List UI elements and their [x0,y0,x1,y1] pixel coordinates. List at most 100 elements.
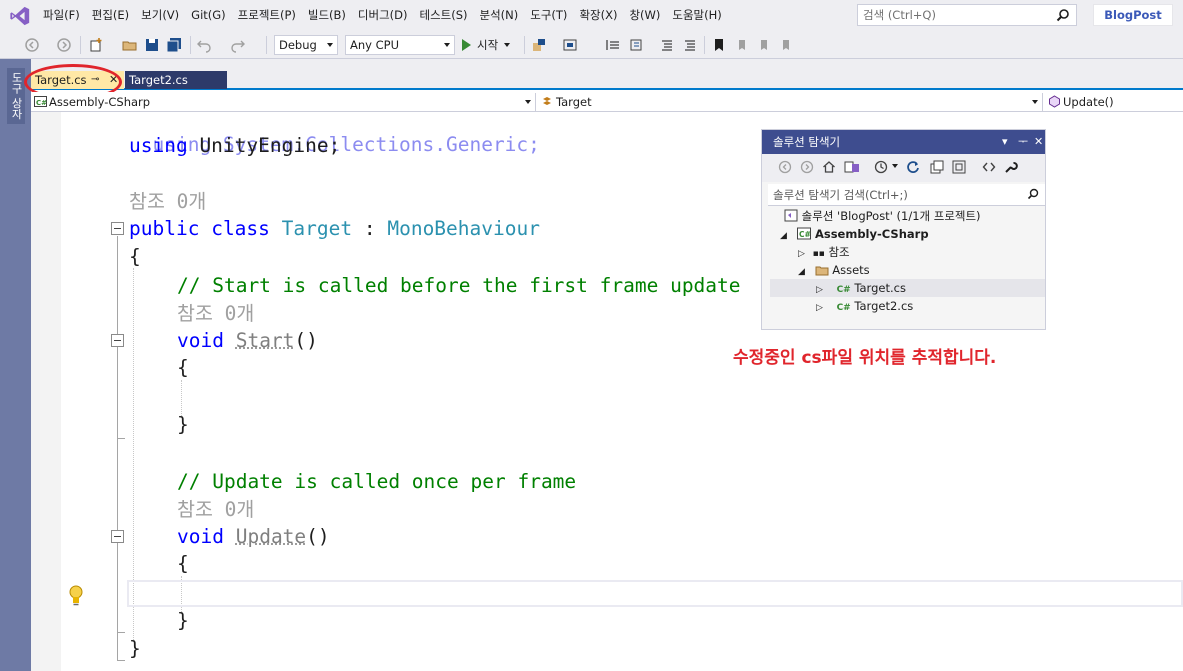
code-lens-references[interactable]: 참조 0개 [177,496,254,523]
clear-bookmarks-icon[interactable] [778,37,794,53]
collapse-class-toggle[interactable] [111,222,124,235]
left-tool-strip [0,59,31,671]
menu-window[interactable]: 창(W) [623,0,666,31]
menu-analyze[interactable]: 분석(N) [474,0,525,31]
menu-build[interactable]: 빌드(B) [302,0,352,31]
code-lens-references[interactable]: 참조 0개 [129,188,206,215]
window-menu-icon[interactable]: ▾ [1002,130,1008,154]
switch-views-icon[interactable] [844,160,860,174]
code-line-update-decl: void Update() [177,523,330,550]
references-icon: ▪▪ [812,249,825,259]
toolbar-separator [80,36,81,54]
tree-item-target2-cs[interactable]: ▷ C# Target2.cs [816,297,913,315]
menu-edit[interactable]: 편집(E) [86,0,135,31]
uncomment-lines-icon[interactable] [682,37,698,53]
pin-icon[interactable]: ᅮ [1018,130,1028,154]
indent-icon[interactable] [605,37,621,53]
start-debug-button[interactable]: 시작 [462,35,511,55]
code-line-class-decl: public class Target : MonoBehaviour [129,215,540,242]
tree-item-project[interactable]: ◢ C# Assembly-CSharp [780,225,929,243]
member-dropdown[interactable]: Update() [1045,93,1183,111]
tree-label: Target.cs [854,281,906,295]
toolbox-tab[interactable]: 도구 상자 [7,68,25,124]
code-keyword: using [129,134,188,157]
layout-icon[interactable] [562,37,578,53]
tree-label: 참조 [828,245,850,259]
code-method-name: Start [235,329,295,352]
project-name-badge[interactable]: BlogPost [1093,4,1173,26]
comment-lines-icon[interactable] [659,37,675,53]
redo-icon[interactable] [230,37,246,53]
search-icon [1056,9,1069,22]
configuration-select[interactable]: Debug [274,35,338,55]
tree-item-target-cs[interactable]: ▷ C# Target.cs [770,279,1045,297]
chevron-down-icon [1032,100,1038,104]
start-label: 시작 [477,38,499,52]
next-bookmark-icon[interactable] [756,37,772,53]
forward-icon[interactable] [800,160,814,174]
collapse-update-toggle[interactable] [111,530,124,543]
menu-file[interactable]: 파일(F) [37,0,86,31]
menu-tools[interactable]: 도구(T) [524,0,573,31]
solution-explorer-toolbar [762,154,1045,182]
chevron-down-icon[interactable] [892,164,898,168]
open-folder-icon[interactable] [122,37,138,53]
tree-item-references[interactable]: ▷ ▪▪ 참조 [798,243,850,261]
home-icon[interactable] [822,160,836,174]
editor-gutter [31,112,61,671]
new-project-icon[interactable] [88,37,104,53]
visual-studio-logo-icon[interactable] [5,0,35,31]
back-icon[interactable] [24,37,40,53]
expanded-arrow-icon[interactable]: ◢ [780,231,787,241]
chevron-down-icon [327,43,333,47]
tab-target2-cs[interactable]: Target2.cs [125,71,227,89]
folder-icon [815,266,829,276]
menu-test[interactable]: 테스트(S) [414,0,474,31]
menu-help[interactable]: 도움말(H) [666,0,727,31]
menu-bar: 파일(F) 편집(E) 보기(V) Git(G) 프로젝트(P) 빌드(B) 디… [0,0,1183,31]
csharp-project-icon: C# [796,227,811,240]
sync-icon[interactable] [906,160,920,174]
prev-bookmark-icon[interactable] [734,37,750,53]
menu-view[interactable]: 보기(V) [135,0,185,31]
save-icon[interactable] [144,37,160,53]
tree-item-assets-folder[interactable]: ◢ Assets [798,261,870,279]
solution-search-input[interactable]: 솔루션 탐색기 검색(Ctrl+;) [768,184,1045,206]
tree-item-solution[interactable]: 솔루션 'BlogPost' (1/1개 프로젝트) [784,207,981,225]
pending-changes-icon[interactable] [874,160,888,174]
show-all-files-icon[interactable] [952,160,966,174]
menu-extensions[interactable]: 확장(X) [573,0,623,31]
tree-label: Assembly-CSharp [814,227,929,241]
properties-wrench-icon[interactable] [1004,160,1018,174]
view-code-icon[interactable] [982,160,996,174]
undo-icon[interactable] [196,37,212,53]
code-comment: // Update is called once per frame [177,470,577,493]
browser-link-icon[interactable] [531,37,547,53]
platform-select[interactable]: Any CPU [345,35,455,55]
chevron-down-icon [444,43,450,47]
bookmark-icon[interactable] [711,37,727,53]
back-icon[interactable] [778,160,792,174]
code-keyword: class [211,217,270,240]
collapsed-arrow-icon[interactable]: ▷ [816,303,823,313]
collapsed-arrow-icon[interactable]: ▷ [798,249,805,259]
code-keyword: void [177,329,224,352]
solution-search-placeholder: 솔루션 탐색기 검색(Ctrl+;) [773,188,908,202]
class-dropdown[interactable]: Target [538,93,1043,111]
collapse-all-icon[interactable] [930,160,944,174]
solution-icon [784,209,798,222]
lightbulb-icon[interactable] [66,583,86,607]
collapsed-arrow-icon[interactable]: ▷ [816,285,823,295]
forward-icon[interactable] [56,37,72,53]
menu-git[interactable]: Git(G) [185,0,232,31]
search-input[interactable]: 검색 (Ctrl+Q) [857,4,1077,26]
menu-project[interactable]: 프로젝트(P) [232,0,302,31]
outdent-icon[interactable] [628,37,644,53]
close-icon[interactable]: ✕ [1034,130,1043,154]
collapse-start-toggle[interactable] [111,334,124,347]
csharp-file-icon: C# [836,303,851,313]
save-all-icon[interactable] [166,37,182,53]
menu-debug[interactable]: 디버그(D) [352,0,414,31]
code-lens-references[interactable]: 참조 0개 [177,300,254,327]
expanded-arrow-icon[interactable]: ◢ [798,267,805,277]
